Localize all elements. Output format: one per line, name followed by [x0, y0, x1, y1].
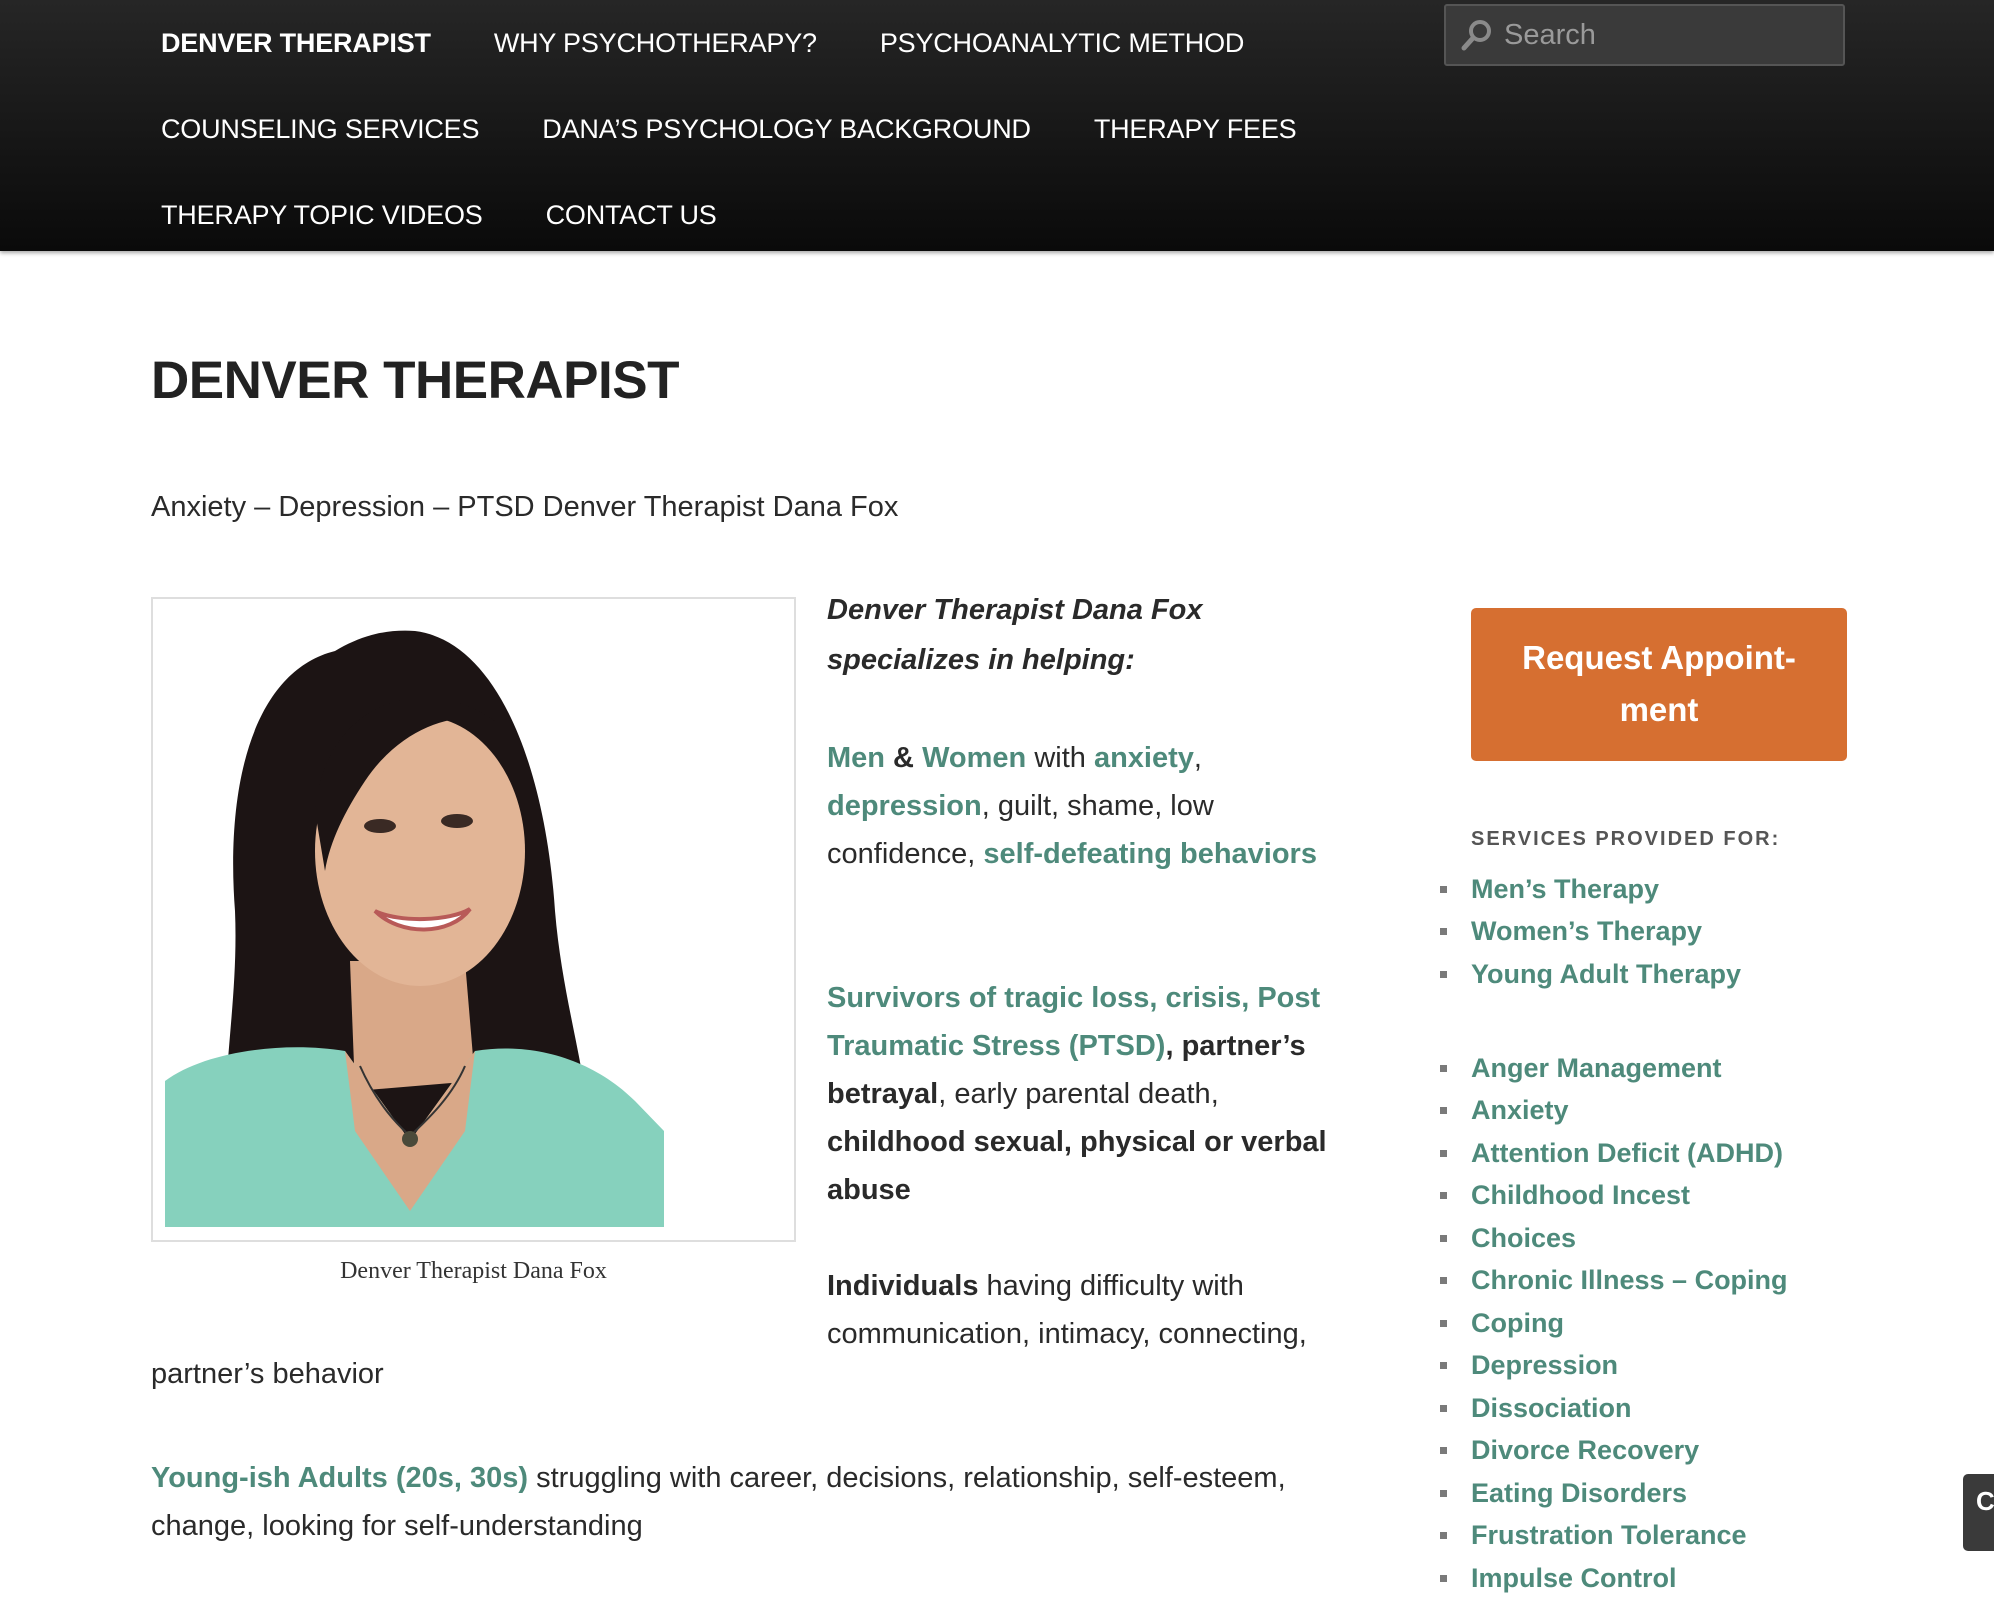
search-input[interactable]	[1502, 17, 1826, 53]
cta-label-line-2: ment	[1619, 691, 1699, 728]
self-defeating-link[interactable]: self-defeating behaviors	[983, 838, 1317, 870]
page-title: DENVER THERAPIST	[151, 351, 679, 410]
bullet-icon	[1440, 1362, 1447, 1370]
specialty-paragraph-3: Individuals having difficulty with commu…	[827, 1262, 1347, 1358]
nav-row: DENVER THERAPIST WHY PSYCHOTHERAPY? PSYC…	[161, 0, 1307, 86]
nav-row: COUNSELING SERVICES DANA’S PSYCHOLOGY BA…	[161, 86, 1359, 172]
bullet-icon	[1440, 1107, 1447, 1115]
specialty-paragraph-1: Men & Women with anxiety, depression, gu…	[827, 734, 1327, 878]
therapist-photo	[165, 611, 664, 1227]
nav-item-why-psychotherapy[interactable]: WHY PSYCHOTHERAPY?	[494, 28, 817, 59]
bullet-icon	[1440, 1574, 1447, 1582]
amp-text: &	[885, 742, 923, 774]
service-link[interactable]: Anxiety	[1471, 1095, 1569, 1126]
bullet-icon	[1440, 1319, 1447, 1327]
nav-item-therapy-fees[interactable]: THERAPY FEES	[1094, 114, 1297, 145]
service-link[interactable]: Dissociation	[1471, 1393, 1632, 1424]
abuse-text: childhood sexual, physical or verbal abu…	[827, 1126, 1327, 1206]
nav-item-denver-therapist[interactable]: DENVER THERAPIST	[161, 28, 431, 59]
service-link[interactable]: Women’s Therapy	[1471, 916, 1702, 947]
service-link[interactable]: Anger Management	[1471, 1053, 1722, 1084]
specialty-paragraph-4: Young-ish Adults (20s, 30s) struggling w…	[151, 1454, 1301, 1550]
bullet-icon	[1440, 1064, 1447, 1072]
floating-side-tab[interactable]: C	[1963, 1474, 1994, 1551]
list-item: Attention Deficit (ADHD)	[1440, 1132, 1788, 1175]
search-icon	[1461, 20, 1491, 51]
nav-item-contact-us[interactable]: CONTACT US	[546, 200, 717, 231]
request-appointment-button[interactable]: Request Appoint- ment	[1471, 608, 1847, 761]
nav-item-therapy-topic-videos[interactable]: THERAPY TOPIC VIDEOS	[161, 200, 483, 231]
top-navigation: DENVER THERAPIST WHY PSYCHOTHERAPY? PSYC…	[0, 0, 1994, 251]
nav-row: THERAPY TOPIC VIDEOS CONTACT US	[161, 172, 780, 258]
nav-item-counseling-services[interactable]: COUNSELING SERVICES	[161, 114, 479, 145]
individuals-text: Individuals	[827, 1270, 979, 1302]
bullet-icon	[1440, 1234, 1447, 1242]
depression-link[interactable]: depression	[827, 790, 982, 822]
list-item: Dissociation	[1440, 1387, 1788, 1430]
nav-item-psychology-background[interactable]: DANA’S PSYCHOLOGY BACKGROUND	[542, 114, 1031, 145]
list-item: Depression	[1440, 1345, 1788, 1388]
service-link[interactable]: Childhood Incest	[1471, 1180, 1690, 1211]
bullet-icon	[1440, 1447, 1447, 1455]
specialty-paragraph-3-continued: partner’s behavior	[151, 1358, 384, 1390]
bullet-icon	[1440, 1149, 1447, 1157]
bullet-icon	[1440, 1532, 1447, 1540]
bullet-icon	[1440, 1192, 1447, 1200]
list-item: Childhood Incest	[1440, 1175, 1788, 1218]
service-link[interactable]: Chronic Illness – Coping	[1471, 1265, 1788, 1296]
service-link[interactable]: Frustration Tolerance	[1471, 1520, 1747, 1551]
bullet-icon	[1440, 1404, 1447, 1412]
service-link[interactable]: Choices	[1471, 1223, 1576, 1254]
list-item: Young Adult Therapy	[1440, 953, 1741, 996]
bullet-icon	[1440, 885, 1447, 893]
photo-caption: Denver Therapist Dana Fox	[340, 1258, 607, 1284]
list-item: Men’s Therapy	[1440, 868, 1741, 911]
service-link[interactable]: Impulse Control	[1471, 1563, 1677, 1594]
cta-label-line-1: Request Appoint-	[1522, 639, 1796, 676]
service-link[interactable]: Men’s Therapy	[1471, 874, 1659, 905]
comma-text: ,	[1193, 742, 1202, 774]
list-item: Coping	[1440, 1302, 1788, 1345]
intro-text: Denver Therapist Dana Fox specializes in…	[827, 594, 1203, 676]
service-link[interactable]: Young Adult Therapy	[1471, 959, 1741, 990]
list-item: Anxiety	[1440, 1090, 1788, 1133]
men-link[interactable]: Men	[827, 742, 885, 774]
services-list-primary: Men’s Therapy Women’s Therapy Young Adul…	[1440, 868, 1741, 996]
list-item: Anger Management	[1440, 1047, 1788, 1090]
list-item: Choices	[1440, 1217, 1788, 1260]
list-item: Frustration Tolerance	[1440, 1515, 1788, 1558]
services-widget-title: SERVICES PROVIDED FOR:	[1471, 828, 1781, 850]
with-text: with	[1026, 742, 1094, 774]
specialty-paragraph-2: Survivors of tragic loss, crisis, Post T…	[827, 974, 1327, 1214]
early-loss-text: , early parental death,	[938, 1078, 1219, 1110]
service-link[interactable]: Depression	[1471, 1350, 1618, 1381]
young-adults-link[interactable]: Young-ish Adults (20s, 30s)	[151, 1462, 528, 1494]
nav-item-psychoanalytic-method[interactable]: PSYCHOANALYTIC METHOD	[880, 28, 1245, 59]
service-link[interactable]: Attention Deficit (ADHD)	[1471, 1138, 1783, 1169]
list-item: Divorce Recovery	[1440, 1430, 1788, 1473]
bullet-icon	[1440, 1489, 1447, 1497]
service-link[interactable]: Divorce Recovery	[1471, 1435, 1699, 1466]
women-link[interactable]: Women	[922, 742, 1026, 774]
list-item: Chronic Illness – Coping	[1440, 1260, 1788, 1303]
therapist-photo-frame	[151, 597, 796, 1242]
service-link[interactable]: Eating Disorders	[1471, 1478, 1687, 1509]
list-item: Women’s Therapy	[1440, 911, 1741, 954]
bullet-icon	[1440, 928, 1447, 936]
anxiety-link[interactable]: anxiety	[1094, 742, 1194, 774]
bullet-icon	[1440, 1277, 1447, 1285]
search-box[interactable]	[1444, 4, 1845, 66]
page-subtitle: Anxiety – Depression – PTSD Denver Thera…	[151, 491, 899, 523]
bullet-icon	[1440, 970, 1447, 978]
list-item: Impulse Control	[1440, 1557, 1788, 1600]
services-list-topics: Anger Management Anxiety Attention Defic…	[1440, 1047, 1788, 1600]
service-link[interactable]: Coping	[1471, 1308, 1564, 1339]
list-item: Eating Disorders	[1440, 1472, 1788, 1515]
